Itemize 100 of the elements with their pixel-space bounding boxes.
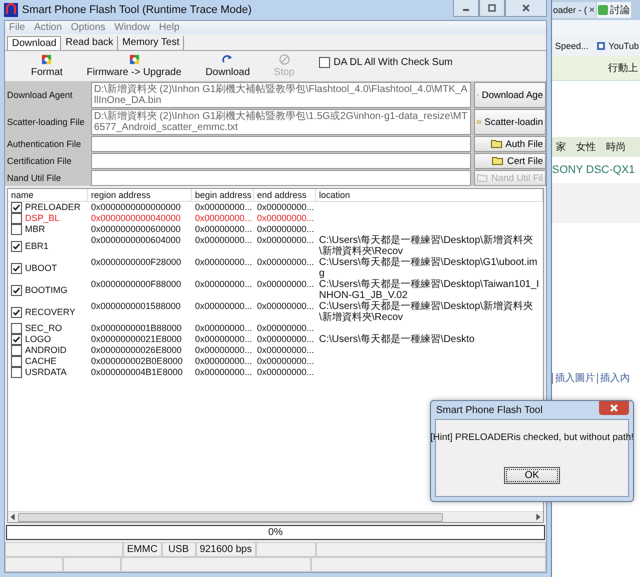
browse-button[interactable]: Download Age xyxy=(474,82,546,108)
ok-button[interactable]: OK xyxy=(504,467,560,484)
table-cell-text: C:\Users\每天都是一種練習\Desktop\新增資料夾\新增資料夾\Recov xyxy=(318,235,534,257)
table-cell-text: 0x00000000... xyxy=(194,213,254,224)
category-link[interactable]: 女性 xyxy=(576,140,596,154)
category-link[interactable]: 家 xyxy=(556,140,566,154)
table-cell-text: 0x00000000... xyxy=(194,257,254,269)
partition-name: PRELOADER xyxy=(25,202,81,213)
column-header[interactable]: begin address xyxy=(192,189,254,202)
file-path-field[interactable] xyxy=(91,153,471,169)
checkbox[interactable] xyxy=(11,262,22,274)
checkbox[interactable] xyxy=(11,284,22,296)
browser-tab[interactable]: oader - ( × xyxy=(552,2,596,18)
bookmark-link[interactable]: YouTub xyxy=(608,41,639,51)
table-cell-text: 0x0000000000F88000 xyxy=(90,279,182,291)
table-cell-text: 0x00000000... xyxy=(256,356,316,367)
nav-link[interactable]: 行動上 xyxy=(608,61,638,75)
menu-item[interactable]: Window xyxy=(114,22,150,33)
table-cell-text: 0x00000000026E8000 xyxy=(90,345,183,356)
table-cell-text: 0x0000000001588000 xyxy=(90,301,182,313)
table-cell-text: 0x00000000... xyxy=(194,279,254,291)
table-cell-text: 0x00000000... xyxy=(256,279,316,291)
toolbar-button[interactable]: Firmware -> Upgrade xyxy=(86,54,182,78)
close-icon xyxy=(609,403,619,413)
app-icon xyxy=(4,3,18,17)
file-path-field[interactable]: D:\新增資料夾 (2)\Inhon G1刷機大補帖暨教學包\1.5G或2G\inhon-g1-data_resize\MT6577_Android_scatter_emmc.txt xyxy=(91,109,471,135)
minimize-button[interactable] xyxy=(453,0,479,17)
partition-name: DSP_BL xyxy=(25,213,60,224)
table-cell-text: 0x00000000... xyxy=(194,367,254,378)
headline: SONY DSC-QX1 xyxy=(552,164,635,176)
partition-name: CACHE xyxy=(25,356,57,367)
browse-button[interactable]: Cert File xyxy=(474,153,546,169)
file-path-field[interactable] xyxy=(91,170,471,186)
close-icon[interactable]: × xyxy=(589,4,595,16)
folder-icon xyxy=(477,173,488,183)
table-cell-text: 0x00000000... xyxy=(256,202,316,213)
folder-icon xyxy=(490,139,502,149)
column-header[interactable]: end address xyxy=(254,189,316,202)
file-path-field[interactable] xyxy=(91,136,471,152)
checkbox[interactable] xyxy=(11,334,22,345)
checkbox[interactable] xyxy=(11,356,22,367)
maximize-icon xyxy=(487,3,497,13)
browser-tab[interactable]: 討論 xyxy=(596,2,631,18)
close-button[interactable] xyxy=(599,401,629,415)
table-cell-text: 0x0000000000600000 xyxy=(90,224,182,235)
tab-title: 討論 xyxy=(610,4,630,17)
table-cell-text: C:\Users\每天都是一種練習\Desktop\Taiwan101_INHON-G1_JB_V.02 xyxy=(318,279,540,301)
tab-title: oader - ( xyxy=(553,5,588,15)
column-header[interactable]: location xyxy=(316,189,543,202)
maximize-button[interactable] xyxy=(479,0,505,17)
menu-item[interactable]: File xyxy=(9,22,26,33)
browse-button[interactable]: Scatter-loadin xyxy=(474,109,546,135)
partition-name: SEC_RO xyxy=(25,323,62,334)
table-cell-text: 0x00000000... xyxy=(194,323,254,334)
table-cell-text: 0x00000000... xyxy=(194,224,254,235)
checkbox[interactable] xyxy=(11,367,22,378)
table-cell-text: 0x0000000000F28000 xyxy=(90,257,182,269)
partition-name: EBR1 xyxy=(25,240,49,252)
checkbox[interactable] xyxy=(11,213,22,224)
table-cell-text: 0x00000000... xyxy=(256,334,316,345)
checkbox[interactable] xyxy=(318,57,330,68)
checkbox[interactable] xyxy=(11,224,22,235)
folder-icon xyxy=(492,156,504,166)
partition-name: UBOOT xyxy=(25,262,58,274)
checkbox[interactable] xyxy=(11,306,22,318)
chat-icon xyxy=(598,5,608,15)
table-cell-text: 0x00000000... xyxy=(194,235,254,247)
dialog-message: [Hint] PRELOADERis checked, but without path! xyxy=(430,432,634,443)
status-field: EMMC xyxy=(123,542,162,557)
table-cell-text: 0x0000000000604000 xyxy=(90,235,182,247)
category-link[interactable]: 時尚 xyxy=(606,140,626,154)
checkbox[interactable] xyxy=(11,240,22,252)
horizontal-scrollbar[interactable] xyxy=(8,511,543,522)
toolbar-button[interactable]: Format xyxy=(31,54,63,78)
table-cell-text: 0x0000000001B88000 xyxy=(90,323,183,334)
file-path-field[interactable]: D:\新增資料夾 (2)\Inhon G1刷機大補帖暨教學包\Flashtool_4.0\Flashtool_4.0\MTK_AllInOne_DA.bin xyxy=(91,82,471,108)
editor-link[interactable]: 插入內 xyxy=(597,373,630,384)
table-cell-text: 0x00000000... xyxy=(256,257,316,269)
bookmark-link[interactable]: Speed... xyxy=(555,41,589,51)
column-header[interactable]: region address xyxy=(88,189,192,202)
tab[interactable]: Read back xyxy=(61,36,118,50)
table-cell-text: 0x00000000... xyxy=(194,345,254,356)
table-cell-text: 0x00000000... xyxy=(256,345,316,356)
checkbox[interactable] xyxy=(11,345,22,356)
tab[interactable]: Download xyxy=(7,36,62,50)
toolbar-button[interactable]: Download xyxy=(205,54,250,78)
close-button[interactable] xyxy=(505,0,547,17)
checkbox[interactable] xyxy=(11,323,22,334)
checkbox[interactable] xyxy=(11,202,22,213)
menu-item[interactable]: Action xyxy=(34,22,62,33)
browse-button[interactable]: Auth File xyxy=(474,136,546,152)
partition-name: LOGO xyxy=(25,334,52,345)
tab[interactable]: Memory Test xyxy=(118,36,184,50)
menu-item[interactable]: Help xyxy=(158,22,180,33)
checkbox-label: DA DL All With Check Sum xyxy=(334,57,453,68)
status-field: USB xyxy=(162,542,196,557)
partition-name: ANDROID xyxy=(25,345,67,356)
color-blocks-icon xyxy=(41,54,52,65)
menu-item[interactable]: Options xyxy=(70,22,106,33)
table-cell-text: 0x00000000... xyxy=(256,367,316,378)
